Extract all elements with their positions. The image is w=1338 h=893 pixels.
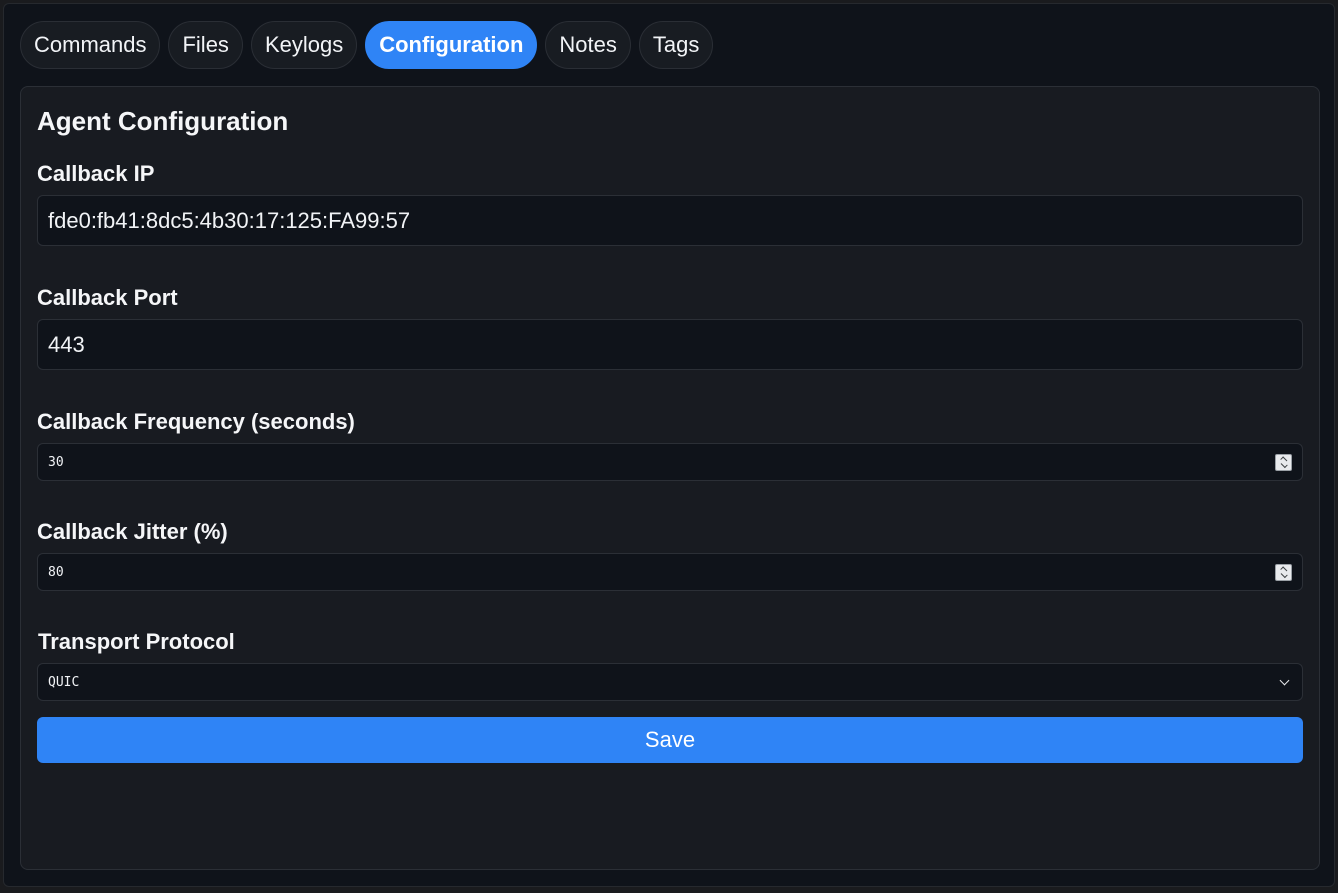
tab-configuration[interactable]: Configuration: [365, 21, 538, 69]
callback-frequency-label: Callback Frequency (seconds): [37, 409, 355, 434]
callback-port-value: 443: [48, 331, 85, 357]
tab-commands[interactable]: Commands: [20, 21, 161, 69]
jitter-spinner-icon[interactable]: [1275, 563, 1292, 581]
configuration-panel: Agent Configuration Callback IP fde0:fb4…: [20, 86, 1320, 870]
tab-bar: Commands Files Keylogs Configuration Not…: [20, 21, 714, 69]
tab-notes[interactable]: Notes: [545, 21, 631, 69]
callback-ip-value: fde0:fb41:8dc5:4b30:17:125:FA99:57: [48, 207, 411, 233]
panel-title: Agent Configuration: [37, 106, 289, 136]
callback-frequency-input[interactable]: 30: [37, 443, 1303, 481]
callback-ip-input[interactable]: fde0:fb41:8dc5:4b30:17:125:FA99:57: [37, 195, 1303, 246]
tab-keylogs[interactable]: Keylogs: [250, 21, 358, 69]
callback-ip-label: Callback IP: [37, 161, 155, 186]
frequency-spinner-icon[interactable]: [1275, 453, 1292, 471]
chevron-down-icon: [1279, 675, 1290, 685]
callback-jitter-label: Callback Jitter (%): [37, 519, 228, 544]
callback-frequency-value: 30: [48, 454, 64, 470]
callback-jitter-input[interactable]: 80: [37, 553, 1303, 591]
save-button[interactable]: Save: [37, 717, 1303, 763]
callback-jitter-value: 80: [48, 564, 64, 580]
callback-port-label: Callback Port: [37, 285, 178, 310]
tab-tags[interactable]: Tags: [638, 21, 714, 69]
transport-protocol-value: QUIC: [48, 674, 80, 690]
app-window: Commands Files Keylogs Configuration Not…: [3, 3, 1335, 887]
tab-files[interactable]: Files: [168, 21, 243, 69]
callback-port-input[interactable]: 443: [37, 319, 1303, 370]
transport-protocol-label: Transport Protocol: [38, 629, 235, 654]
transport-protocol-select[interactable]: QUIC: [37, 663, 1303, 701]
